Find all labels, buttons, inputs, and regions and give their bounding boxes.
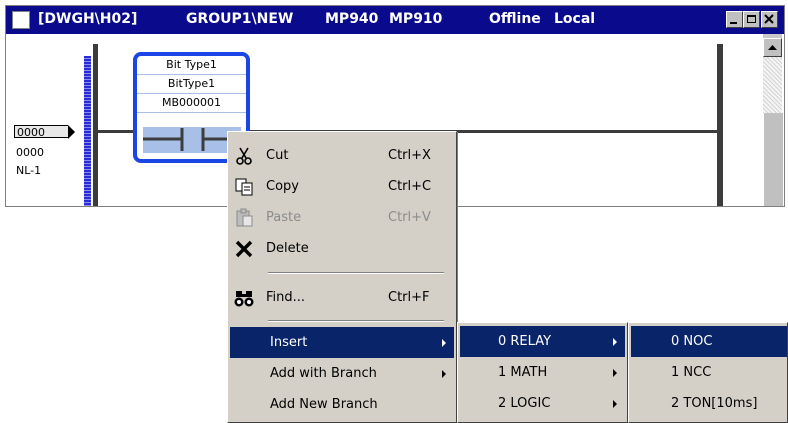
shortcut-cut: Ctrl+X bbox=[388, 148, 431, 163]
copy-icon bbox=[235, 178, 253, 196]
menu-label-delete: Delete bbox=[266, 241, 309, 256]
menu-item-copy[interactable]: Copy Ctrl+C bbox=[230, 171, 454, 202]
maximize-icon bbox=[747, 15, 756, 23]
menu-label-find: Find... bbox=[266, 290, 306, 305]
left-power-rail bbox=[93, 44, 98, 206]
paste-icon bbox=[236, 208, 253, 227]
submenu-label-math: 1 MATH bbox=[498, 365, 548, 380]
menu-item-paste[interactable]: Paste Ctrl+V bbox=[230, 202, 454, 233]
relay-item-noc[interactable]: 0 NOC bbox=[631, 326, 787, 357]
window-icon bbox=[12, 11, 30, 29]
submenu-label-logic: 2 LOGIC bbox=[498, 396, 551, 411]
up-arrow-icon bbox=[768, 45, 777, 50]
menu-item-add-new-branch[interactable]: Add New Branch bbox=[230, 389, 454, 420]
submenu-arrow-icon bbox=[613, 400, 617, 408]
vertical-scrollbar[interactable] bbox=[763, 34, 783, 206]
rung-label: NL-1 bbox=[16, 164, 42, 177]
scroll-thumb[interactable] bbox=[763, 113, 783, 206]
close-icon bbox=[764, 14, 774, 24]
shortcut-copy: Ctrl+C bbox=[388, 179, 432, 194]
menu-item-delete[interactable]: Delete bbox=[230, 233, 454, 264]
relay-submenu: 0 NOC 1 NCC 2 TON[10ms] bbox=[628, 322, 788, 423]
menu-item-insert[interactable]: Insert bbox=[230, 327, 454, 358]
submenu-item-math[interactable]: 1 MATH bbox=[460, 357, 625, 388]
title-bar[interactable]: [DWGH\H02] GROUP1\NEW MP940 MP910 Offlin… bbox=[6, 6, 784, 34]
relay-item-ton[interactable]: 2 TON[10ms] bbox=[631, 388, 787, 419]
maximize-button[interactable] bbox=[743, 11, 760, 28]
context-menu: Cut Ctrl+X Copy Ctrl+C Paste Ctrl+V Dele… bbox=[227, 131, 457, 423]
input-tag: 0000 bbox=[14, 125, 75, 139]
contact-comment-2: BitType1 bbox=[137, 75, 246, 94]
minimize-button[interactable] bbox=[726, 11, 743, 28]
menu-separator bbox=[268, 272, 444, 274]
shortcut-find: Ctrl+F bbox=[388, 290, 430, 305]
title-status: Offline bbox=[489, 11, 541, 27]
scissors-icon bbox=[236, 147, 252, 165]
menu-item-add-with-branch[interactable]: Add with Branch bbox=[230, 358, 454, 389]
menu-label-insert: Insert bbox=[270, 335, 308, 350]
delete-x-icon bbox=[235, 240, 253, 258]
submenu-arrow-icon bbox=[442, 339, 446, 347]
submenu-label-relay: 0 RELAY bbox=[498, 334, 552, 349]
menu-separator bbox=[268, 320, 444, 322]
insert-submenu: 0 RELAY 1 MATH 2 LOGIC bbox=[457, 322, 628, 423]
title-model-1: MP940 bbox=[325, 11, 379, 27]
relay-label-ton: 2 TON[10ms] bbox=[671, 396, 758, 411]
menu-label-add-new-branch: Add New Branch bbox=[270, 397, 378, 412]
submenu-arrow-icon bbox=[442, 370, 446, 378]
menu-item-cut[interactable]: Cut Ctrl+X bbox=[230, 140, 454, 171]
scroll-up-button[interactable] bbox=[763, 38, 782, 57]
title-model-2: MP910 bbox=[389, 11, 443, 27]
submenu-item-relay[interactable]: 0 RELAY bbox=[460, 326, 625, 357]
minimize-icon bbox=[730, 22, 737, 24]
submenu-item-logic[interactable]: 2 LOGIC bbox=[460, 388, 625, 419]
menu-label-copy: Copy bbox=[266, 179, 299, 194]
relay-label-ncc: 1 NCC bbox=[671, 365, 712, 380]
binoculars-icon bbox=[234, 291, 254, 307]
submenu-arrow-icon bbox=[613, 338, 617, 346]
right-power-rail bbox=[717, 44, 723, 206]
menu-label-cut: Cut bbox=[266, 148, 289, 163]
menu-item-find[interactable]: Find... Ctrl+F bbox=[230, 282, 454, 313]
scroll-track[interactable] bbox=[763, 57, 782, 113]
title-path: [DWGH\H02] bbox=[38, 11, 138, 27]
relay-item-ncc[interactable]: 1 NCC bbox=[631, 357, 787, 388]
contact-address: MB000001 bbox=[137, 94, 246, 113]
rung-number: 0000 bbox=[16, 146, 44, 159]
rung-selection-bar[interactable] bbox=[84, 56, 91, 206]
close-button[interactable] bbox=[761, 11, 778, 28]
menu-label-paste: Paste bbox=[266, 210, 302, 225]
menu-label-add-with-branch: Add with Branch bbox=[270, 366, 377, 381]
submenu-arrow-icon bbox=[613, 369, 617, 377]
shortcut-paste: Ctrl+V bbox=[388, 210, 431, 225]
title-mode: Local bbox=[554, 11, 596, 27]
title-group: GROUP1\NEW bbox=[186, 11, 294, 27]
contact-comment-1: Bit Type1 bbox=[137, 56, 246, 75]
relay-label-noc: 0 NOC bbox=[671, 334, 713, 349]
